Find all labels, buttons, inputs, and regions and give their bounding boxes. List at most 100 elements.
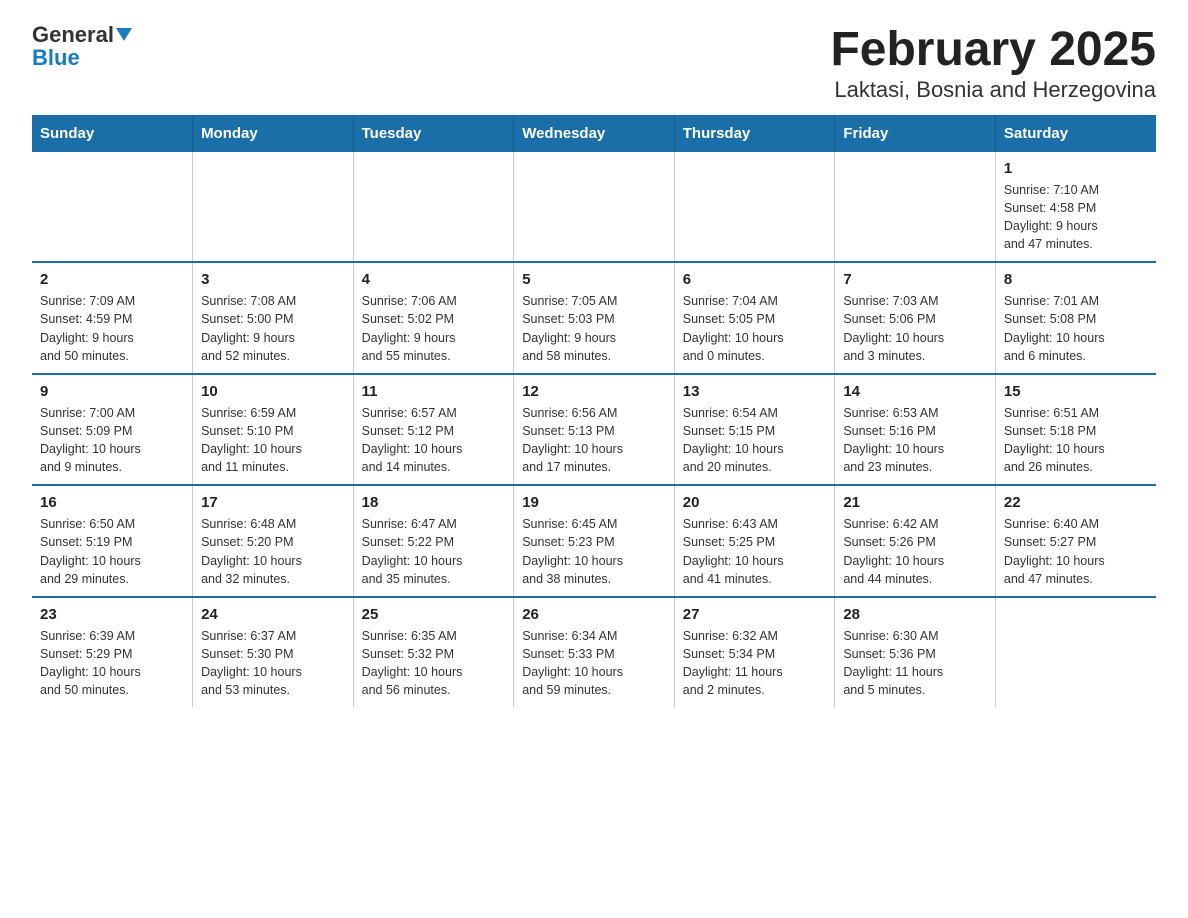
day-number: 8: [1004, 271, 1148, 288]
day-number: 1: [1004, 160, 1148, 177]
calendar-cell: 26 Sunrise: 6:34 AM Sunset: 5:33 PM Dayli…: [514, 597, 675, 708]
day-info: Sunrise: 6:35 AM Sunset: 5:32 PM Dayligh…: [362, 627, 506, 700]
day-number: 28: [843, 606, 987, 623]
day-info: Sunrise: 6:59 AM Sunset: 5:10 PM Dayligh…: [201, 404, 345, 477]
day-info: Sunrise: 7:06 AM Sunset: 5:02 PM Dayligh…: [362, 292, 506, 365]
calendar-cell: 6 Sunrise: 7:04 AM Sunset: 5:05 PM Daylig…: [674, 262, 835, 374]
day-info: Sunrise: 7:01 AM Sunset: 5:08 PM Dayligh…: [1004, 292, 1148, 365]
day-number: 13: [683, 383, 827, 400]
day-number: 16: [40, 494, 184, 511]
day-info: Sunrise: 7:05 AM Sunset: 5:03 PM Dayligh…: [522, 292, 666, 365]
day-number: 10: [201, 383, 345, 400]
day-info: Sunrise: 6:48 AM Sunset: 5:20 PM Dayligh…: [201, 515, 345, 588]
calendar-cell: 13 Sunrise: 6:54 AM Sunset: 5:15 PM Dayli…: [674, 374, 835, 486]
calendar-week-row: 23 Sunrise: 6:39 AM Sunset: 5:29 PM Dayli…: [32, 597, 1156, 708]
calendar-title: February 2025: [830, 24, 1156, 77]
day-info: Sunrise: 6:47 AM Sunset: 5:22 PM Dayligh…: [362, 515, 506, 588]
calendar-cell: 21 Sunrise: 6:42 AM Sunset: 5:26 PM Dayli…: [835, 485, 996, 597]
day-number: 17: [201, 494, 345, 511]
calendar-cell: 25 Sunrise: 6:35 AM Sunset: 5:32 PM Dayli…: [353, 597, 514, 708]
calendar-cell: 2Sunrise: 7:09 AM Sunset: 4:59 PM Daylig…: [32, 262, 193, 374]
calendar-cell: 28 Sunrise: 6:30 AM Sunset: 5:36 PM Dayli…: [835, 597, 996, 708]
calendar-cell: [995, 597, 1156, 708]
day-info: Sunrise: 7:10 AM Sunset: 4:58 PM Dayligh…: [1004, 181, 1148, 254]
day-of-week-header: Sunday: [32, 115, 193, 152]
day-info: Sunrise: 6:37 AM Sunset: 5:30 PM Dayligh…: [201, 627, 345, 700]
logo-triangle-icon: [116, 28, 132, 41]
day-number: 3: [201, 271, 345, 288]
logo-blue-text: Blue: [32, 45, 80, 70]
day-of-week-header: Monday: [193, 115, 354, 152]
day-info: Sunrise: 7:00 AM Sunset: 5:09 PM Dayligh…: [40, 404, 184, 477]
calendar-cell: 22Sunrise: 6:40 AM Sunset: 5:27 PM Dayli…: [995, 485, 1156, 597]
calendar-cell: [32, 152, 193, 263]
day-number: 11: [362, 383, 506, 400]
day-number: 24: [201, 606, 345, 623]
day-info: Sunrise: 6:54 AM Sunset: 5:15 PM Dayligh…: [683, 404, 827, 477]
calendar-cell: [514, 152, 675, 263]
day-info: Sunrise: 6:50 AM Sunset: 5:19 PM Dayligh…: [40, 515, 184, 588]
day-number: 19: [522, 494, 666, 511]
day-number: 21: [843, 494, 987, 511]
calendar-cell: [193, 152, 354, 263]
day-of-week-header: Friday: [835, 115, 996, 152]
day-info: Sunrise: 6:40 AM Sunset: 5:27 PM Dayligh…: [1004, 515, 1148, 588]
day-info: Sunrise: 7:04 AM Sunset: 5:05 PM Dayligh…: [683, 292, 827, 365]
day-number: 20: [683, 494, 827, 511]
calendar-week-row: 9 Sunrise: 7:00 AM Sunset: 5:09 PM Daylig…: [32, 374, 1156, 486]
day-number: 12: [522, 383, 666, 400]
calendar-cell: [835, 152, 996, 263]
calendar-cell: 18Sunrise: 6:47 AM Sunset: 5:22 PM Dayli…: [353, 485, 514, 597]
calendar-table: SundayMondayTuesdayWednesdayThursdayFrid…: [32, 115, 1156, 708]
calendar-cell: 4 Sunrise: 7:06 AM Sunset: 5:02 PM Daylig…: [353, 262, 514, 374]
calendar-cell: 14 Sunrise: 6:53 AM Sunset: 5:16 PM Dayli…: [835, 374, 996, 486]
calendar-cell: 12 Sunrise: 6:56 AM Sunset: 5:13 PM Dayli…: [514, 374, 675, 486]
calendar-cell: 11 Sunrise: 6:57 AM Sunset: 5:12 PM Dayli…: [353, 374, 514, 486]
calendar-cell: 17 Sunrise: 6:48 AM Sunset: 5:20 PM Dayli…: [193, 485, 354, 597]
calendar-cell: 19Sunrise: 6:45 AM Sunset: 5:23 PM Dayli…: [514, 485, 675, 597]
day-info: Sunrise: 6:34 AM Sunset: 5:33 PM Dayligh…: [522, 627, 666, 700]
day-number: 7: [843, 271, 987, 288]
day-info: Sunrise: 6:43 AM Sunset: 5:25 PM Dayligh…: [683, 515, 827, 588]
calendar-cell: [353, 152, 514, 263]
calendar-cell: 5Sunrise: 7:05 AM Sunset: 5:03 PM Daylig…: [514, 262, 675, 374]
calendar-header-row: SundayMondayTuesdayWednesdayThursdayFrid…: [32, 115, 1156, 152]
day-number: 14: [843, 383, 987, 400]
calendar-cell: 1 Sunrise: 7:10 AM Sunset: 4:58 PM Daylig…: [995, 152, 1156, 263]
day-number: 25: [362, 606, 506, 623]
day-info: Sunrise: 6:51 AM Sunset: 5:18 PM Dayligh…: [1004, 404, 1148, 477]
day-of-week-header: Wednesday: [514, 115, 675, 152]
day-number: 9: [40, 383, 184, 400]
day-number: 4: [362, 271, 506, 288]
day-info: Sunrise: 6:42 AM Sunset: 5:26 PM Dayligh…: [843, 515, 987, 588]
logo: General Blue: [32, 24, 132, 70]
calendar-cell: 8 Sunrise: 7:01 AM Sunset: 5:08 PM Daylig…: [995, 262, 1156, 374]
day-number: 27: [683, 606, 827, 623]
day-of-week-header: Tuesday: [353, 115, 514, 152]
day-info: Sunrise: 7:08 AM Sunset: 5:00 PM Dayligh…: [201, 292, 345, 365]
day-info: Sunrise: 6:53 AM Sunset: 5:16 PM Dayligh…: [843, 404, 987, 477]
logo-general-row: General: [32, 24, 132, 47]
title-block: February 2025 Laktasi, Bosnia and Herzeg…: [830, 24, 1156, 103]
day-info: Sunrise: 6:57 AM Sunset: 5:12 PM Dayligh…: [362, 404, 506, 477]
logo-general-text: General: [32, 22, 114, 47]
day-info: Sunrise: 6:39 AM Sunset: 5:29 PM Dayligh…: [40, 627, 184, 700]
day-number: 23: [40, 606, 184, 623]
day-info: Sunrise: 6:56 AM Sunset: 5:13 PM Dayligh…: [522, 404, 666, 477]
header: General Blue February 2025 Laktasi, Bosn…: [32, 24, 1156, 103]
calendar-cell: 16 Sunrise: 6:50 AM Sunset: 5:19 PM Dayli…: [32, 485, 193, 597]
calendar-cell: 7Sunrise: 7:03 AM Sunset: 5:06 PM Daylig…: [835, 262, 996, 374]
calendar-cell: 23 Sunrise: 6:39 AM Sunset: 5:29 PM Dayli…: [32, 597, 193, 708]
day-of-week-header: Saturday: [995, 115, 1156, 152]
calendar-cell: 9 Sunrise: 7:00 AM Sunset: 5:09 PM Daylig…: [32, 374, 193, 486]
day-number: 26: [522, 606, 666, 623]
day-info: Sunrise: 6:30 AM Sunset: 5:36 PM Dayligh…: [843, 627, 987, 700]
day-number: 6: [683, 271, 827, 288]
calendar-week-row: 1 Sunrise: 7:10 AM Sunset: 4:58 PM Daylig…: [32, 152, 1156, 263]
calendar-subtitle: Laktasi, Bosnia and Herzegovina: [830, 77, 1156, 103]
day-of-week-header: Thursday: [674, 115, 835, 152]
day-info: Sunrise: 6:32 AM Sunset: 5:34 PM Dayligh…: [683, 627, 827, 700]
calendar-cell: 20 Sunrise: 6:43 AM Sunset: 5:25 PM Dayli…: [674, 485, 835, 597]
calendar-cell: 10 Sunrise: 6:59 AM Sunset: 5:10 PM Dayli…: [193, 374, 354, 486]
calendar-week-row: 16 Sunrise: 6:50 AM Sunset: 5:19 PM Dayli…: [32, 485, 1156, 597]
